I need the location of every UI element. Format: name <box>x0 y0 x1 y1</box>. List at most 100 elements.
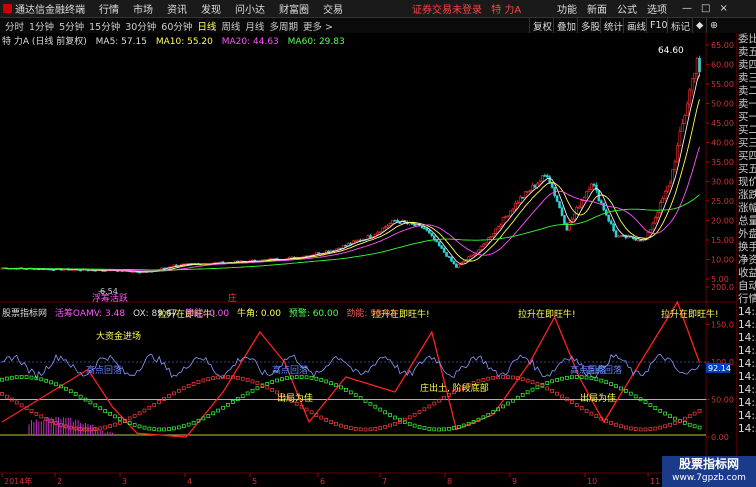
side-panel-item[interactable]: 外盘 <box>737 228 756 241</box>
side-panel-item[interactable]: 行情 <box>737 293 756 306</box>
candle-body <box>423 227 426 230</box>
indicator-name[interactable]: 股票指标网 <box>2 309 47 319</box>
period-multi[interactable]: 多周期 <box>269 19 298 33</box>
ma20-value: MA20: 44.63 <box>221 37 279 47</box>
period-fenshi[interactable]: 分时 <box>5 19 24 33</box>
candle-body <box>487 237 490 244</box>
candle-body <box>435 239 439 242</box>
period-30min[interactable]: 30分钟 <box>125 19 156 33</box>
candle-body <box>543 175 547 177</box>
price-axis-label: 20.00 <box>711 217 734 226</box>
period-more[interactable]: 更多 > <box>303 19 333 33</box>
price-axis-label: 50.00 <box>711 100 734 109</box>
login-notice[interactable]: 证券交易未登录 特 力A <box>412 1 521 16</box>
side-panel-item[interactable]: 买二 <box>737 124 756 137</box>
diejia-button[interactable]: 叠加 <box>553 18 579 33</box>
side-panel-item[interactable]: 现价 <box>737 176 756 189</box>
side-panel-item[interactable]: 卖五 <box>737 46 756 59</box>
candle-body <box>445 252 448 257</box>
side-panel-item[interactable]: 卖一 <box>737 98 756 111</box>
fuquan-button[interactable]: 复权 <box>529 18 555 33</box>
candle-body <box>425 228 429 231</box>
side-panel-item[interactable]: 自动 <box>737 280 756 293</box>
signal-tag: 拉升在即旺牛! <box>661 308 719 320</box>
side-panel-item[interactable]: 涨幅 <box>737 202 756 215</box>
menu-gongneng[interactable]: 功能 <box>557 1 577 16</box>
kline-chart[interactable]: 65.0060.0055.0050.0045.0040.0035.0030.00… <box>0 33 736 487</box>
candle-body <box>302 255 306 258</box>
side-panel-item[interactable]: 涨跌 <box>737 189 756 202</box>
candle-body <box>467 256 470 260</box>
side-panel-item[interactable]: 卖四 <box>737 59 756 72</box>
price-axis-label: 65.00 <box>711 41 734 50</box>
menu-zixun[interactable]: 资讯 <box>167 1 187 16</box>
menu-jiaoyi[interactable]: 交易 <box>323 1 343 16</box>
signal-tag: 庄出土, 阶段底部 <box>420 382 489 394</box>
menu-shichang[interactable]: 市场 <box>133 1 153 16</box>
menu-wenxiaoda[interactable]: 问小达 <box>235 1 265 16</box>
side-panel-item[interactable]: 总量 <box>737 215 756 228</box>
side-panel-item[interactable]: 14:5 <box>737 384 756 397</box>
menu-hangqing[interactable]: 行情 <box>99 1 119 16</box>
side-panel-item[interactable]: 14:5 <box>737 306 756 319</box>
ma10-value: MA10: 55.20 <box>155 37 213 47</box>
price-axis-label: 35.00 <box>711 158 734 167</box>
side-panel-item[interactable]: 买四 <box>737 150 756 163</box>
side-panel-item[interactable]: 14:5 <box>737 423 756 436</box>
side-panel-item[interactable]: 14:5 <box>737 332 756 345</box>
candle-body <box>541 175 544 182</box>
close-icon[interactable]: × <box>719 3 727 14</box>
side-panel-item[interactable]: 14:5 <box>737 319 756 332</box>
minimize-icon[interactable]: — <box>682 3 692 14</box>
side-panel-item[interactable]: 买五 <box>737 163 756 176</box>
period-5min[interactable]: 5分钟 <box>59 19 84 33</box>
period-1min[interactable]: 1分钟 <box>29 19 54 33</box>
biaoji-button[interactable]: 标记 <box>667 18 693 33</box>
period-15min[interactable]: 15分钟 <box>89 19 120 33</box>
menu-xuanxiang[interactable]: 选项 <box>647 1 667 16</box>
side-panel-item[interactable]: 卖二 <box>737 85 756 98</box>
zoom-icon[interactable]: ⊕ <box>706 18 721 33</box>
menu-caifuquan[interactable]: 财富圈 <box>279 1 309 16</box>
notice-text[interactable]: 证券交易未登录 <box>412 5 482 16</box>
candle-body <box>472 254 475 257</box>
candle-body <box>462 261 466 264</box>
candle-body <box>413 223 416 227</box>
candle-body <box>369 235 372 238</box>
side-panel-item[interactable]: 收益 <box>737 267 756 280</box>
candle-body <box>386 225 389 228</box>
side-panel-item[interactable]: 卖三 <box>737 72 756 85</box>
side-panel-item[interactable]: 14:5 <box>737 397 756 410</box>
period-daily[interactable]: 日线 <box>197 19 216 33</box>
candle-body <box>391 219 394 224</box>
candle-body <box>617 235 620 238</box>
candle-body <box>607 214 610 222</box>
candle-body <box>437 241 441 247</box>
side-panel-item[interactable]: 买一 <box>737 111 756 124</box>
period-monthly[interactable]: 月线 <box>245 19 264 33</box>
diamond-icon[interactable]: ◆ <box>692 18 706 33</box>
period-60min[interactable]: 60分钟 <box>161 19 192 33</box>
side-panel-item[interactable]: 14:5 <box>737 371 756 384</box>
x-axis-label: 2 <box>57 477 62 486</box>
ox-value: OX: 89.67 <box>132 309 178 319</box>
side-panel-item[interactable]: 委比 <box>737 33 756 46</box>
menu-xinmian[interactable]: 新面 <box>587 1 607 16</box>
candle-body <box>175 264 178 267</box>
candle-body <box>356 239 360 242</box>
side-panel-item[interactable]: 换手 <box>737 241 756 254</box>
side-panel-item[interactable]: 净资 <box>737 254 756 267</box>
menu-gongshi[interactable]: 公式 <box>617 1 637 16</box>
period-weekly[interactable]: 周线 <box>221 19 240 33</box>
price-axis-label: 60.00 <box>711 61 734 70</box>
candle-body <box>661 198 665 203</box>
x-axis-label: 11 <box>650 477 660 486</box>
price-axis-label: 15.00 <box>711 236 734 245</box>
side-panel-item[interactable]: 买三 <box>737 137 756 150</box>
side-panel-item[interactable]: 14:5 <box>737 345 756 358</box>
candle-body <box>663 191 667 199</box>
side-panel-item[interactable]: 14:5 <box>737 358 756 371</box>
menu-faxian[interactable]: 发现 <box>201 1 221 16</box>
maximize-icon[interactable]: □ <box>701 3 710 14</box>
side-panel-item[interactable]: 14:5 <box>737 410 756 423</box>
